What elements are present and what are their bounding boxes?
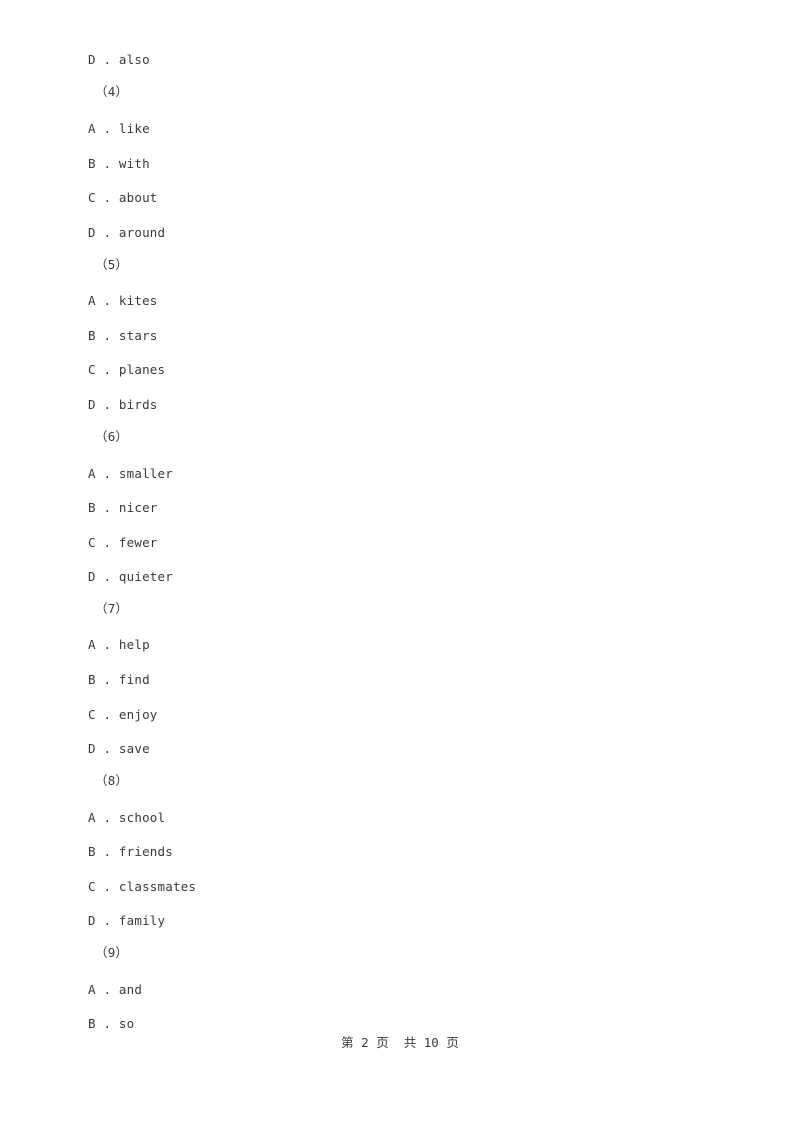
answer-option: B . stars bbox=[88, 328, 158, 343]
answer-option: C . enjoy bbox=[88, 707, 158, 722]
question-group-label: （8） bbox=[95, 773, 129, 788]
answer-option: D . save bbox=[88, 741, 150, 756]
answer-option: A . school bbox=[88, 810, 166, 825]
question-group-label: （7） bbox=[95, 601, 129, 616]
answer-option: B . find bbox=[88, 672, 150, 687]
answer-option: B . with bbox=[88, 156, 150, 171]
answer-option: C . classmates bbox=[88, 879, 197, 894]
answer-option: A . help bbox=[88, 637, 150, 652]
answer-option: D . also bbox=[88, 52, 150, 67]
answer-option: D . quieter bbox=[88, 569, 173, 584]
question-group-label: （5） bbox=[95, 257, 129, 272]
answer-option: C . fewer bbox=[88, 535, 158, 550]
answer-option: D . birds bbox=[88, 397, 158, 412]
answer-option: A . like bbox=[88, 121, 150, 136]
page-footer: 第 2 页 共 10 页 bbox=[341, 1035, 459, 1050]
document-page: D . also （4） A . like B . with C . about D . … bbox=[0, 0, 800, 1132]
answer-option: C . about bbox=[88, 190, 158, 205]
answer-option: D . around bbox=[88, 225, 166, 240]
answer-option: B . friends bbox=[88, 844, 173, 859]
question-group-label: （4） bbox=[95, 84, 129, 99]
question-group-label: （9） bbox=[95, 945, 129, 960]
answer-option: B . nicer bbox=[88, 500, 158, 515]
answer-option: B . so bbox=[88, 1016, 135, 1031]
answer-option: C . planes bbox=[88, 362, 166, 377]
answer-option: A . and bbox=[88, 982, 143, 997]
answer-option: A . smaller bbox=[88, 466, 173, 481]
answer-option: A . kites bbox=[88, 293, 158, 308]
question-group-label: （6） bbox=[95, 429, 129, 444]
answer-option: D . family bbox=[88, 913, 166, 928]
